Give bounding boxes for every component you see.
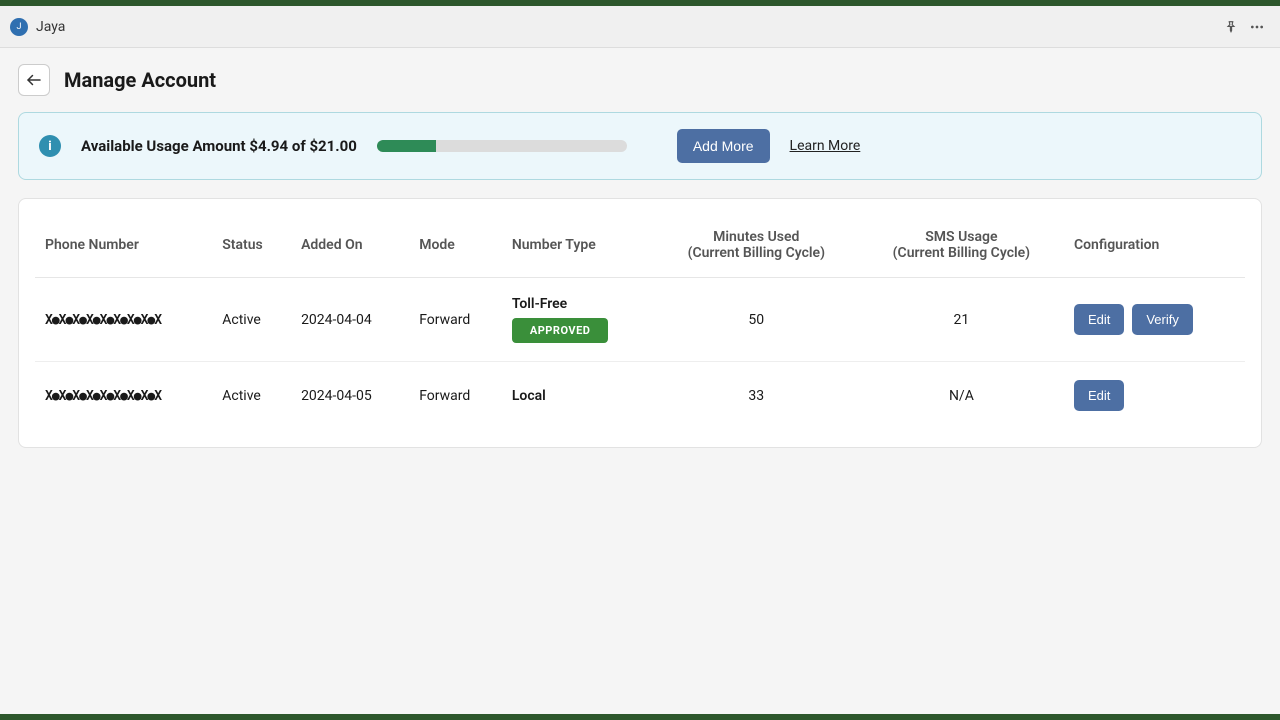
- cell-sms: 21: [859, 278, 1064, 362]
- usage-text: Available Usage Amount $4.94 of $21.00: [81, 137, 357, 155]
- cell-sms: N/A: [859, 362, 1064, 430]
- numbers-table: Phone Number Status Added On Mode Number…: [35, 207, 1245, 429]
- table-row: X●X●X●X●X●X●X●X●X Active2024-04-05Forward…: [35, 362, 1245, 430]
- usage-progress: [377, 140, 627, 152]
- table-row: X●X●X●X●X●X●X●X●X Active2024-04-04Forward…: [35, 278, 1245, 362]
- numtype-label: Local: [512, 388, 644, 404]
- numtype-label: Toll-Free: [512, 296, 644, 312]
- usage-label-prefix: Available Usage Amount: [81, 137, 249, 155]
- th-phone: Phone Number: [35, 207, 212, 278]
- usage-of: of: [288, 137, 309, 155]
- numbers-table-card: Phone Number Status Added On Mode Number…: [18, 198, 1262, 448]
- back-button[interactable]: [18, 64, 50, 96]
- cell-config: Edit Verify: [1064, 278, 1245, 362]
- app-bar: J Jaya: [0, 6, 1280, 48]
- th-minutes: Minutes Used (Current Billing Cycle): [654, 207, 859, 278]
- cell-status: Active: [212, 278, 291, 362]
- info-icon: i: [39, 135, 61, 157]
- phone-mask: X●X●X●X●X●X●X●X●X: [45, 389, 161, 404]
- page-title: Manage Account: [64, 68, 216, 92]
- th-added: Added On: [291, 207, 409, 278]
- usage-banner: i Available Usage Amount $4.94 of $21.00…: [18, 112, 1262, 180]
- edit-button[interactable]: Edit: [1074, 380, 1124, 411]
- th-sms: SMS Usage (Current Billing Cycle): [859, 207, 1064, 278]
- phone-mask: X●X●X●X●X●X●X●X●X: [45, 313, 161, 328]
- cell-mode: Forward: [409, 362, 502, 430]
- page-header: Manage Account: [18, 64, 1262, 96]
- th-status: Status: [212, 207, 291, 278]
- pin-icon[interactable]: [1218, 14, 1244, 40]
- cell-added: 2024-04-04: [291, 278, 409, 362]
- avatar-text: J: [17, 22, 22, 32]
- th-numtype: Number Type: [502, 207, 654, 278]
- cell-numtype: Local: [502, 362, 654, 430]
- app-title: Jaya: [36, 19, 65, 35]
- cell-config: Edit: [1064, 362, 1245, 430]
- cell-status: Active: [212, 362, 291, 430]
- th-config: Configuration: [1064, 207, 1245, 278]
- more-icon[interactable]: [1244, 14, 1270, 40]
- cell-minutes: 33: [654, 362, 859, 430]
- verify-button[interactable]: Verify: [1132, 304, 1193, 335]
- cell-numtype: Toll-Free APPROVED: [502, 278, 654, 362]
- usage-amount-total: $21.00: [309, 137, 356, 155]
- learn-more-link[interactable]: Learn More: [790, 138, 861, 154]
- add-more-button[interactable]: Add More: [677, 129, 770, 163]
- browser-chrome-bottom: [0, 714, 1280, 720]
- usage-progress-fill: [377, 140, 436, 152]
- cell-added: 2024-04-05: [291, 362, 409, 430]
- avatar: J: [10, 18, 28, 36]
- approved-badge: APPROVED: [512, 318, 609, 343]
- page-body: Manage Account i Available Usage Amount …: [0, 48, 1280, 466]
- table-header-row: Phone Number Status Added On Mode Number…: [35, 207, 1245, 278]
- edit-button[interactable]: Edit: [1074, 304, 1124, 335]
- th-mode: Mode: [409, 207, 502, 278]
- arrow-left-icon: [25, 71, 43, 89]
- cell-mode: Forward: [409, 278, 502, 362]
- cell-minutes: 50: [654, 278, 859, 362]
- usage-amount-used: $4.94: [249, 137, 288, 155]
